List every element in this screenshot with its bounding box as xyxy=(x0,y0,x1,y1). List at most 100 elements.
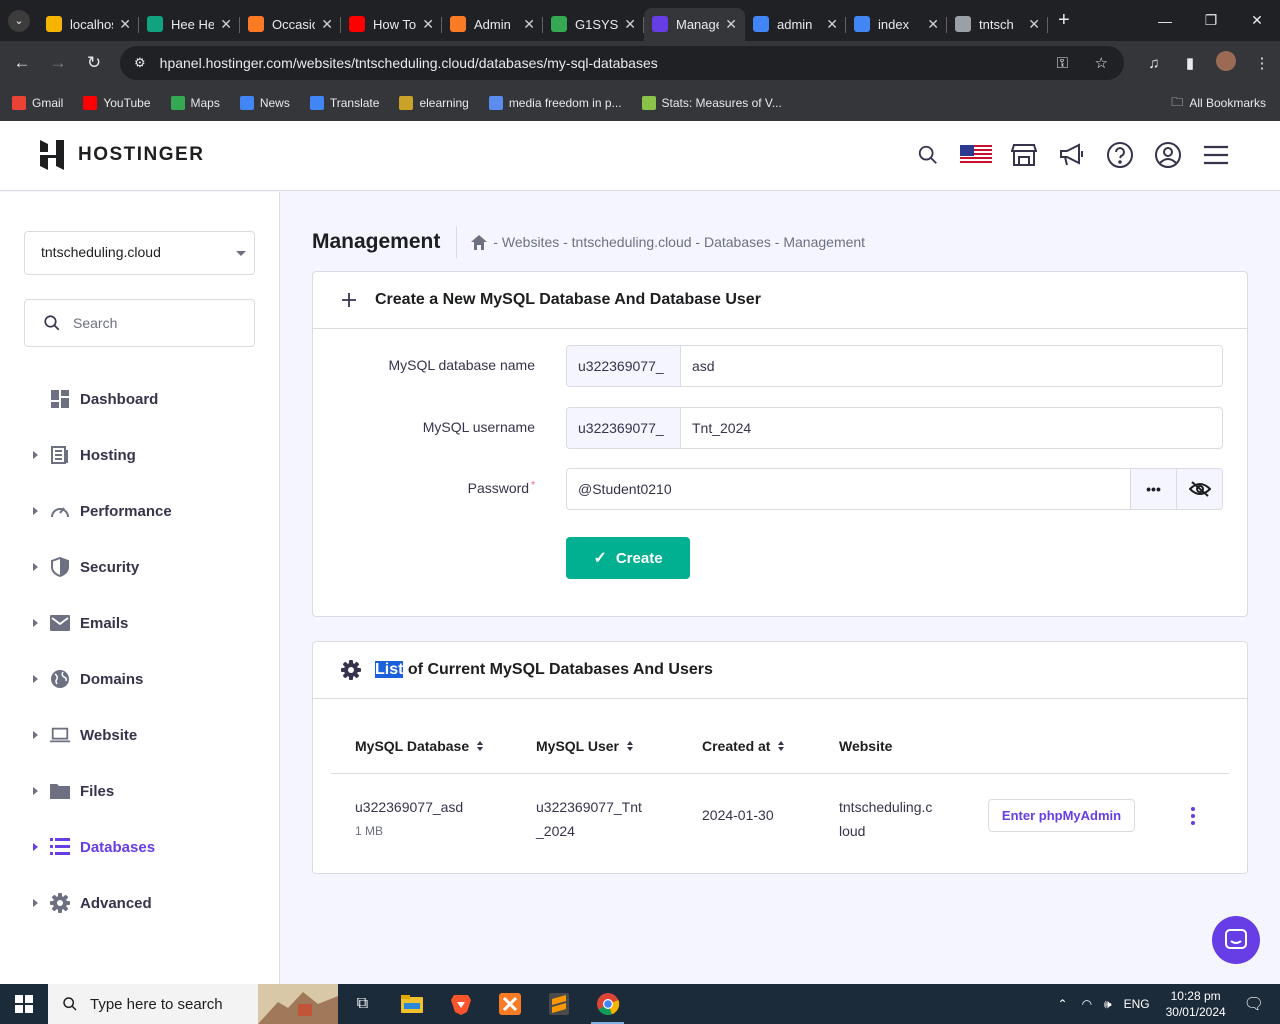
browser-tab[interactable]: G1SYS ✕ xyxy=(543,8,644,41)
tab-favicon xyxy=(349,16,365,32)
close-tab-icon[interactable]: ✕ xyxy=(1028,16,1040,33)
tab-favicon xyxy=(854,16,870,32)
chrome-menu-icon[interactable]: ⋮ xyxy=(1244,54,1280,72)
brave-browser-button[interactable] xyxy=(436,984,485,1024)
close-tab-icon[interactable]: ✕ xyxy=(826,16,838,33)
sidebar-item-emails[interactable]: Emails xyxy=(0,595,279,651)
clock[interactable]: 10:28 pm 30/01/2024 xyxy=(1166,988,1226,1020)
language-indicator[interactable]: ENG xyxy=(1124,997,1150,1011)
account-icon[interactable] xyxy=(1144,141,1192,169)
bookmark-item[interactable]: Stats: Measures of V... xyxy=(641,96,782,110)
close-tab-icon[interactable]: ✕ xyxy=(220,16,232,33)
side-panel-icon[interactable]: ▮ xyxy=(1172,54,1208,72)
forward-button[interactable]: → xyxy=(40,53,76,73)
sidebar-item-dashboard[interactable]: Dashboard xyxy=(0,371,279,427)
more-options-icon[interactable] xyxy=(1191,807,1195,825)
browser-tab[interactable]: index ✕ xyxy=(846,8,947,41)
reload-button[interactable]: ↻ xyxy=(76,53,112,73)
bookmark-item[interactable]: Maps xyxy=(170,96,220,110)
db-name-input[interactable]: asd xyxy=(681,346,1222,386)
close-tab-icon[interactable]: ✕ xyxy=(523,16,535,33)
sidebar-item-databases[interactable]: Databases xyxy=(0,819,279,875)
domain-select[interactable]: tntscheduling.cloud xyxy=(24,231,255,275)
column-header-database[interactable]: MySQL Database xyxy=(355,738,484,754)
close-tab-icon[interactable]: ✕ xyxy=(321,16,333,33)
bookmark-item[interactable]: News xyxy=(239,96,290,110)
volume-icon[interactable]: 🕪 xyxy=(1104,997,1112,1012)
megaphone-icon[interactable] xyxy=(1048,143,1096,167)
tray-overflow-icon[interactable]: ⌃ xyxy=(1058,997,1068,1011)
media-control-icon[interactable]: ♫ xyxy=(1136,55,1172,72)
breadcrumb-text[interactable]: - Websites - tntscheduling.cloud - Datab… xyxy=(493,234,865,250)
enter-phpmyadmin-button[interactable]: Enter phpMyAdmin xyxy=(988,799,1135,832)
search-icon[interactable] xyxy=(904,144,952,166)
bookmark-star-icon[interactable]: ☆ xyxy=(1095,54,1108,72)
sidebar-item-advanced[interactable]: Advanced xyxy=(0,875,279,931)
close-tab-icon[interactable]: ✕ xyxy=(725,16,737,33)
back-button[interactable]: ← xyxy=(4,53,40,73)
generate-password-button[interactable]: ••• xyxy=(1130,469,1176,509)
restore-button[interactable]: ❐ xyxy=(1188,0,1234,41)
help-icon[interactable] xyxy=(1096,141,1144,169)
sidebar-item-security[interactable]: Security xyxy=(0,539,279,595)
create-button[interactable]: ✓ Create xyxy=(566,537,690,579)
close-tab-icon[interactable]: ✕ xyxy=(624,16,636,33)
column-header-created[interactable]: Created at xyxy=(702,738,785,754)
browser-tab[interactable]: Manage ✕ xyxy=(644,7,745,41)
sublime-text-button[interactable] xyxy=(534,984,583,1024)
bookmark-item[interactable]: Translate xyxy=(309,96,380,110)
db-username-input[interactable]: Tnt_2024 xyxy=(681,408,1222,448)
bookmark-label: Translate xyxy=(329,96,380,110)
tab-search-button[interactable]: ⌄ xyxy=(8,9,30,32)
sidebar-search-input[interactable]: Search xyxy=(24,299,255,347)
browser-tab[interactable]: Admin ✕ xyxy=(442,8,543,41)
taskbar-search[interactable]: Type here to search xyxy=(48,984,338,1024)
sidebar-item-performance[interactable]: Performance xyxy=(0,483,279,539)
all-bookmarks-button[interactable]: 🗀 All Bookmarks xyxy=(1171,93,1266,114)
bookmark-item[interactable]: YouTube xyxy=(83,96,151,110)
file-explorer-button[interactable] xyxy=(387,984,436,1024)
xampp-button[interactable] xyxy=(485,984,534,1024)
bookmark-item[interactable]: elearning xyxy=(399,96,469,110)
sidebar-item-files[interactable]: Files xyxy=(0,763,279,819)
close-tab-icon[interactable]: ✕ xyxy=(119,16,131,33)
close-tab-icon[interactable]: ✕ xyxy=(927,16,939,33)
tab-title: Occasions xyxy=(272,16,315,32)
password-key-icon[interactable]: ⚿ xyxy=(1057,55,1068,72)
start-button[interactable] xyxy=(0,995,48,1013)
database-icon xyxy=(50,837,70,857)
password-input[interactable]: @Student0210 xyxy=(567,469,1222,509)
browser-tab[interactable]: Hee Hee ✕ xyxy=(139,8,240,41)
browser-tab[interactable]: tntsch ✕ xyxy=(947,8,1048,41)
close-window-button[interactable]: ✕ xyxy=(1234,0,1280,41)
hostinger-logo[interactable]: HOSTINGER xyxy=(38,140,204,170)
menu-icon[interactable] xyxy=(1192,145,1240,165)
profile-avatar[interactable] xyxy=(1208,51,1244,75)
column-header-user[interactable]: MySQL User xyxy=(536,738,633,754)
minimize-button[interactable]: — xyxy=(1142,0,1188,41)
notifications-icon[interactable]: 🗨 xyxy=(1244,994,1264,1014)
bookmark-item[interactable]: Gmail xyxy=(12,96,63,110)
browser-tab[interactable]: localhost ✕ xyxy=(38,8,139,41)
sidebar-item-hosting[interactable]: Hosting xyxy=(0,427,279,483)
us-flag-icon[interactable] xyxy=(952,145,1000,165)
address-bar[interactable]: ⚙ hpanel.hostinger.com/websites/tntsched… xyxy=(120,46,1124,80)
site-info-icon[interactable]: ⚙ xyxy=(134,55,146,71)
caret-right-icon xyxy=(33,731,38,739)
close-tab-icon[interactable]: ✕ xyxy=(422,16,434,33)
browser-tab[interactable]: admin ✕ xyxy=(745,8,846,41)
toggle-password-visibility-button[interactable] xyxy=(1176,469,1222,509)
network-icon[interactable]: ◠ xyxy=(1082,997,1092,1011)
sidebar-item-website[interactable]: Website xyxy=(0,707,279,763)
bookmark-item[interactable]: media freedom in p... xyxy=(488,96,622,110)
task-view-button[interactable]: ⧉ xyxy=(338,984,387,1024)
store-icon[interactable] xyxy=(1000,143,1048,167)
new-tab-button[interactable]: + xyxy=(1058,9,1070,32)
home-icon[interactable] xyxy=(471,234,488,250)
chat-support-button[interactable] xyxy=(1212,916,1260,964)
chrome-button[interactable] xyxy=(583,984,632,1024)
browser-tab[interactable]: How To ✕ xyxy=(341,8,442,41)
sidebar-item-domains[interactable]: Domains xyxy=(0,651,279,707)
browser-tab[interactable]: Occasions ✕ xyxy=(240,8,341,41)
create-card-header[interactable]: Create a New MySQL Database And Database… xyxy=(313,272,1247,329)
